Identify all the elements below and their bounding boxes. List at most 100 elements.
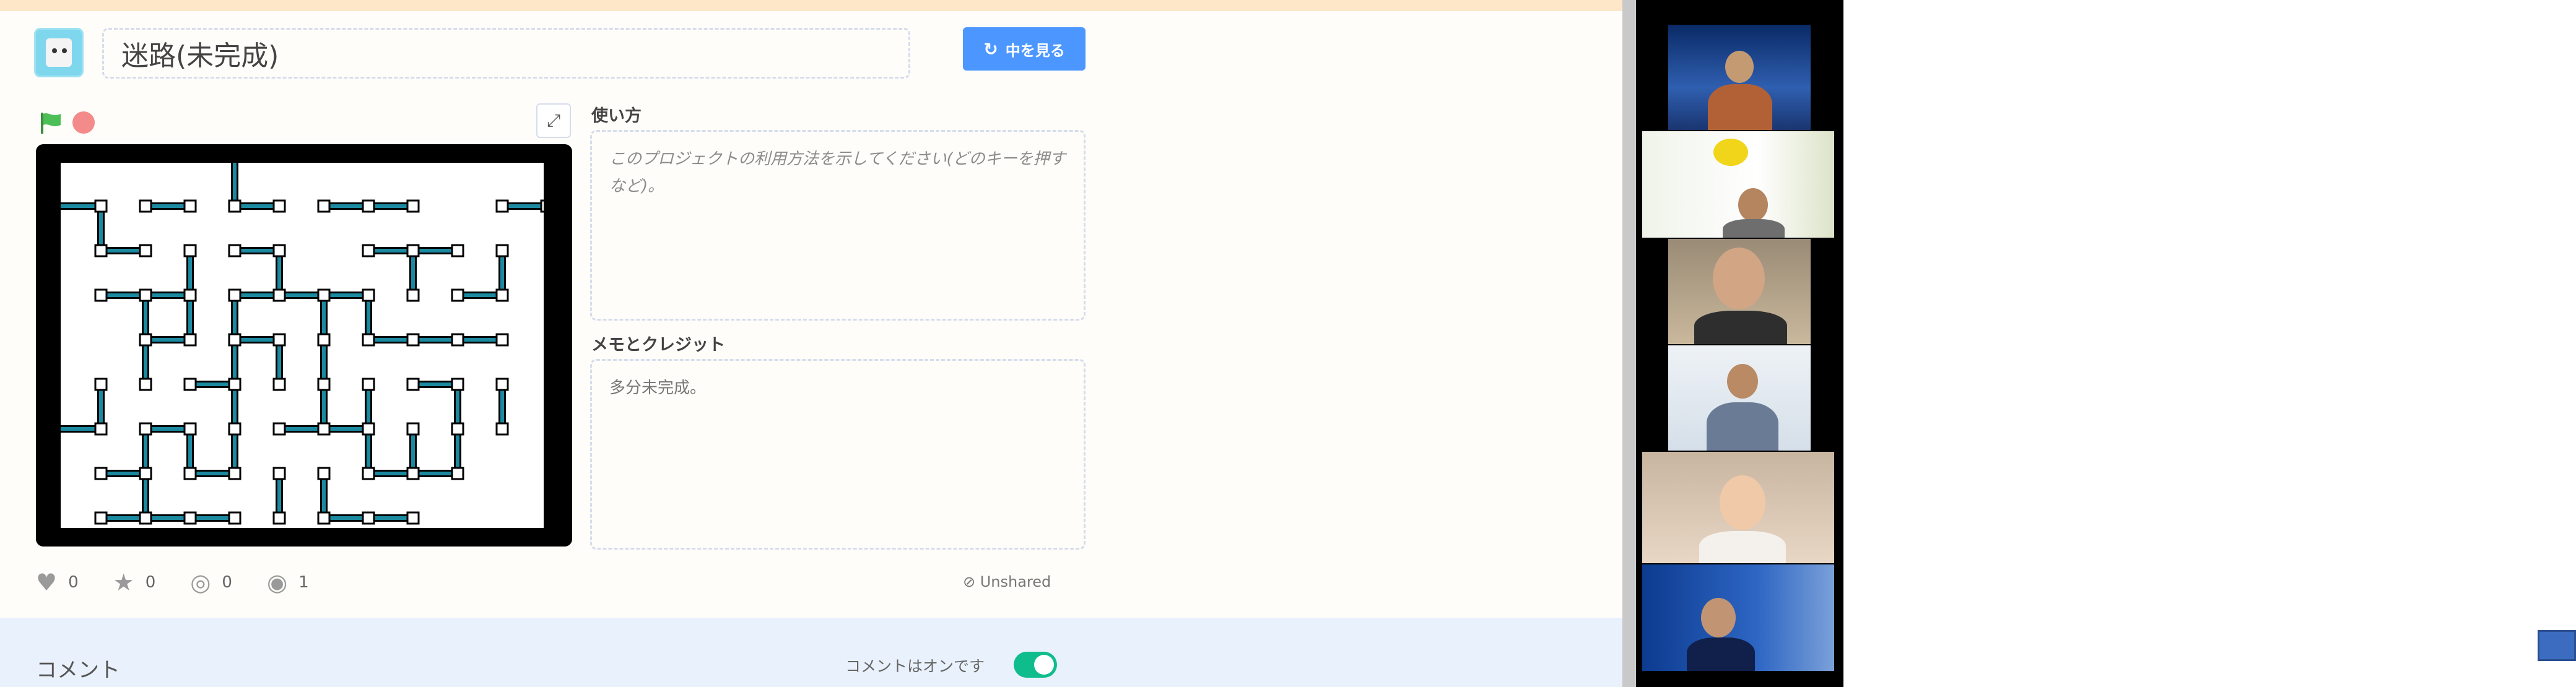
maze-node bbox=[94, 244, 108, 257]
maze-node bbox=[495, 422, 509, 436]
maze-node bbox=[540, 199, 544, 213]
maze-node bbox=[451, 244, 464, 257]
maze-node bbox=[406, 244, 420, 257]
remix-stat: ◎ 0 bbox=[190, 569, 232, 596]
maze-node bbox=[139, 467, 152, 480]
maze-node bbox=[228, 199, 242, 213]
maze-node bbox=[183, 467, 197, 480]
participant-video[interactable] bbox=[1642, 564, 1834, 671]
maze-node bbox=[272, 378, 286, 391]
maze-node bbox=[183, 288, 197, 302]
maze-node bbox=[139, 511, 152, 525]
maze-node bbox=[139, 244, 152, 257]
maze-node bbox=[406, 422, 420, 436]
maze-node bbox=[317, 333, 331, 347]
project-stage[interactable] bbox=[36, 144, 572, 547]
green-flag-icon[interactable] bbox=[38, 110, 63, 135]
love-stat[interactable]: ♥ 0 bbox=[36, 569, 79, 596]
project-thumbnail bbox=[34, 28, 84, 77]
maze-node bbox=[451, 333, 464, 347]
maze-node bbox=[94, 467, 108, 480]
maze-node bbox=[451, 422, 464, 436]
maze-node bbox=[495, 333, 509, 347]
maze-node bbox=[94, 199, 108, 213]
maze-node bbox=[317, 511, 331, 525]
maze-node bbox=[406, 199, 420, 213]
maze-node bbox=[362, 467, 375, 480]
maze-node bbox=[362, 511, 375, 525]
participant-video[interactable] bbox=[1668, 239, 1811, 344]
maze-node bbox=[183, 378, 197, 391]
maze-node bbox=[139, 378, 152, 391]
maze-node bbox=[228, 288, 242, 302]
maze-node bbox=[94, 288, 108, 302]
eye-icon: ◉ bbox=[266, 569, 288, 596]
participant-video[interactable] bbox=[1668, 345, 1811, 451]
top-strip bbox=[0, 0, 1622, 11]
maze-node bbox=[272, 288, 286, 302]
maze-node bbox=[451, 378, 464, 391]
stage-canvas bbox=[61, 163, 544, 528]
see-inside-button[interactable]: ↻ 中を見る bbox=[963, 27, 1086, 71]
maze-drawing bbox=[61, 163, 544, 525]
maze-node bbox=[495, 199, 509, 213]
maze-node bbox=[183, 244, 197, 257]
heart-icon: ♥ bbox=[36, 569, 58, 596]
comments-toggle[interactable] bbox=[1014, 652, 1057, 678]
comments-heading: コメント bbox=[36, 658, 120, 683]
maze-node bbox=[362, 378, 375, 391]
instructions-label: 使い方 bbox=[591, 106, 642, 126]
maze-node bbox=[272, 422, 286, 436]
stop-icon[interactable] bbox=[72, 111, 95, 134]
favorite-stat[interactable]: ★ 0 bbox=[113, 569, 156, 596]
maze-node bbox=[406, 288, 420, 302]
maze-node bbox=[94, 422, 108, 436]
maze-node bbox=[362, 333, 375, 347]
participant-video[interactable] bbox=[1642, 452, 1834, 563]
maze-node bbox=[495, 244, 509, 257]
maze-node bbox=[362, 422, 375, 436]
notes-label: メモとクレジット bbox=[591, 335, 725, 355]
maze-node bbox=[406, 511, 420, 525]
instructions-textarea[interactable]: このプロジェクトの利用方法を示してください(どのキーを押すなど)。 bbox=[590, 130, 1086, 321]
maze-node bbox=[362, 244, 375, 257]
participant-video[interactable] bbox=[1668, 25, 1811, 130]
notes-textarea[interactable]: 多分未完成。 bbox=[590, 359, 1086, 550]
favorite-count: 0 bbox=[145, 573, 156, 592]
maze-node bbox=[94, 378, 108, 391]
maze-node bbox=[272, 467, 286, 480]
blank-area bbox=[1843, 0, 2576, 687]
view-count: 1 bbox=[298, 573, 309, 592]
maze-node bbox=[272, 199, 286, 213]
maze-node bbox=[183, 333, 197, 347]
maze-node bbox=[317, 199, 331, 213]
project-title-input[interactable]: 迷路(未完成) bbox=[102, 28, 910, 79]
comments-status: コメントはオンです bbox=[845, 657, 985, 675]
expand-icon: ⤢ bbox=[546, 110, 561, 131]
maze-node bbox=[495, 378, 509, 391]
maze-node bbox=[272, 244, 286, 257]
window-divider[interactable] bbox=[1622, 0, 1636, 687]
sync-icon: ↻ bbox=[983, 38, 998, 59]
participant-video[interactable] bbox=[1642, 131, 1834, 238]
maze-node bbox=[272, 511, 286, 525]
maze-node bbox=[139, 199, 152, 213]
maze-node bbox=[406, 378, 420, 391]
maze-node bbox=[228, 244, 242, 257]
maze-node bbox=[272, 333, 286, 347]
maze-node bbox=[228, 333, 242, 347]
maze-node bbox=[183, 511, 197, 525]
maze-node bbox=[228, 422, 242, 436]
see-inside-label: 中を見る bbox=[1005, 41, 1065, 59]
remix-icon: ◎ bbox=[190, 569, 211, 596]
comment-section bbox=[0, 618, 1622, 687]
view-stat: ◉ 1 bbox=[267, 569, 309, 596]
love-count: 0 bbox=[68, 573, 79, 592]
share-status: ⊘ Unshared bbox=[963, 573, 1051, 590]
maze-node bbox=[228, 378, 242, 391]
maze-node bbox=[451, 467, 464, 480]
fullscreen-button[interactable]: ⤢ bbox=[536, 103, 571, 138]
maze-node bbox=[495, 288, 509, 302]
corner-widget[interactable] bbox=[2538, 630, 2576, 661]
maze-node bbox=[362, 199, 375, 213]
